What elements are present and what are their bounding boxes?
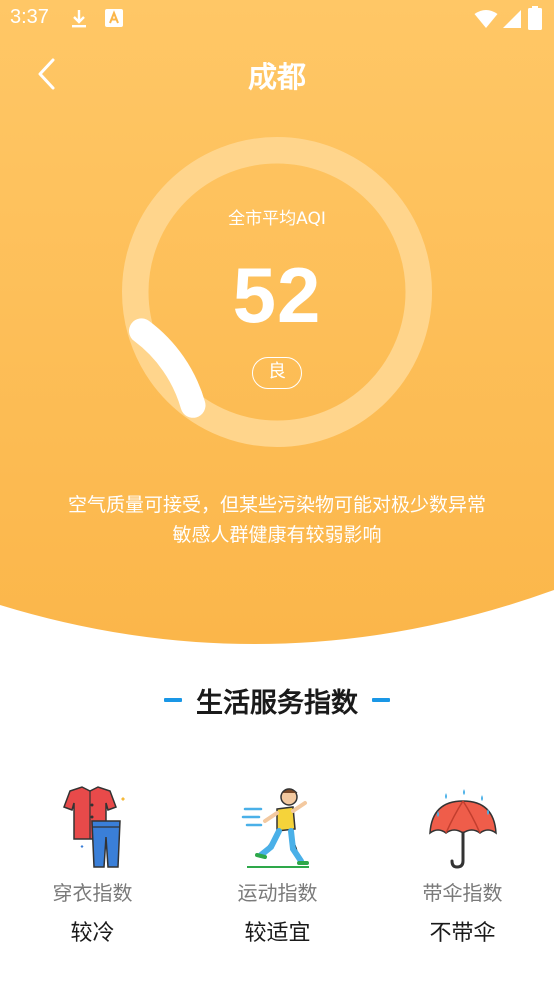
aqi-label: 全市平均AQI bbox=[228, 209, 326, 229]
aqi-hero: 3:37 成都 全市平均AQI 52 良 空气质量可接受，但某些污染物可能对极少… bbox=[0, 0, 554, 650]
title-dash-left bbox=[164, 698, 182, 702]
aqi-description: 空气质量可接受，但某些污染物可能对极少数异常敏感人群健康有较弱影响 bbox=[67, 494, 486, 546]
index-name-sport: 运动指数 bbox=[237, 881, 318, 905]
life-indices: 穿衣指数 较冷 运动指数 较适宜 带伞指数 不带伞 bbox=[0, 785, 554, 955]
index-item-clothing[interactable]: 穿衣指数 较冷 bbox=[0, 785, 185, 955]
index-name-umbrella: 带伞指数 bbox=[422, 881, 503, 905]
index-value-umbrella: 不带伞 bbox=[429, 921, 496, 946]
index-value-clothing: 较冷 bbox=[70, 921, 115, 946]
aqi-value: 52 bbox=[232, 251, 322, 339]
index-item-sport[interactable]: 运动指数 较适宜 bbox=[185, 785, 370, 955]
section-title-text: 生活服务指数 bbox=[196, 687, 358, 719]
umbrella-icon bbox=[429, 789, 497, 869]
life-index-section-title: 生活服务指数 bbox=[0, 680, 554, 720]
sport-icon bbox=[241, 788, 309, 868]
aqi-level-badge: 良 bbox=[252, 357, 302, 389]
index-value-sport: 较适宜 bbox=[244, 921, 311, 946]
index-item-umbrella[interactable]: 带伞指数 不带伞 bbox=[370, 785, 554, 955]
index-name-clothing: 穿衣指数 bbox=[52, 881, 133, 905]
title-dash-right bbox=[372, 698, 390, 702]
clothing-icon bbox=[63, 786, 125, 868]
